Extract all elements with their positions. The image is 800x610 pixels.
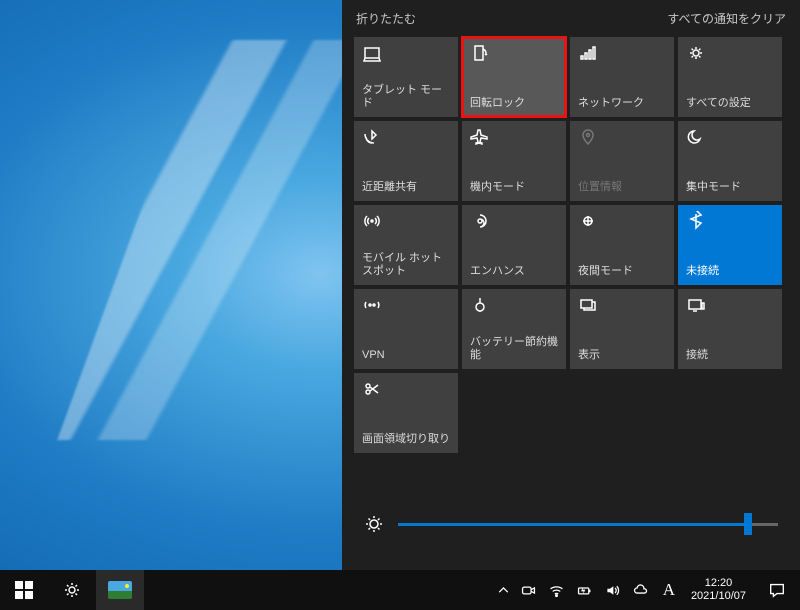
- rotation-lock-icon: [470, 43, 490, 63]
- camera-icon: [520, 582, 537, 599]
- airplane-mode-icon: [470, 127, 490, 147]
- quick-action-airplane-mode[interactable]: 機内モード: [462, 121, 566, 201]
- clear-all-link[interactable]: すべての通知をクリア: [667, 10, 786, 27]
- enhance-icon: [470, 211, 490, 231]
- windows-logo-icon: [15, 581, 33, 599]
- quick-action-nearby-sharing[interactable]: 近距離共有: [354, 121, 458, 201]
- chevron-up-icon: [495, 582, 512, 599]
- tile-label: 画面領域切り取り: [362, 433, 450, 447]
- quick-action-screen-snip[interactable]: 画面領域切り取り: [354, 373, 458, 453]
- quick-action-location[interactable]: 位置情報: [570, 121, 674, 201]
- tray-battery[interactable]: [571, 570, 599, 610]
- tray-volume[interactable]: [599, 570, 627, 610]
- tile-label: タブレット モード: [362, 84, 450, 112]
- tray-onedrive[interactable]: [627, 570, 655, 610]
- tray-overflow-button[interactable]: [493, 570, 515, 610]
- start-button[interactable]: [0, 570, 48, 610]
- screen-snip-icon: [362, 379, 382, 399]
- collapse-link[interactable]: 折りたたむ: [356, 10, 416, 27]
- network-icon: [578, 43, 598, 63]
- cloud-sync-icon: [632, 582, 649, 599]
- quick-action-night-light[interactable]: 夜間モード: [570, 205, 674, 285]
- quick-action-network[interactable]: ネットワーク: [570, 37, 674, 117]
- tile-label: エンハンス: [470, 265, 558, 279]
- settings-taskbar-button[interactable]: [48, 570, 96, 610]
- quick-action-focus-assist[interactable]: 集中モード: [678, 121, 782, 201]
- quick-action-mobile-hotspot[interactable]: モバイル ホットスポット: [354, 205, 458, 285]
- tile-label: 接続: [686, 349, 774, 363]
- quick-action-enhance[interactable]: エンハンス: [462, 205, 566, 285]
- nearby-sharing-icon: [362, 127, 382, 147]
- tile-label: バッテリー節約機能: [470, 336, 558, 364]
- action-center-button[interactable]: [754, 570, 800, 610]
- brightness-slider-row: [350, 514, 792, 562]
- taskbar: A 12:20 2021/10/07: [0, 570, 800, 610]
- gear-icon: [62, 580, 82, 600]
- tile-label: すべての設定: [686, 97, 774, 111]
- brightness-icon: [364, 514, 384, 534]
- tile-label: VPN: [362, 349, 450, 363]
- project-icon: [578, 295, 598, 315]
- connect-icon: [686, 295, 706, 315]
- quick-action-rotation-lock[interactable]: 回転ロック: [462, 37, 566, 117]
- tile-label: モバイル ホットスポット: [362, 252, 450, 280]
- tray-meet-now[interactable]: [515, 570, 543, 610]
- quick-action-vpn[interactable]: VPN: [354, 289, 458, 369]
- action-center-panel: 折りたたむ すべての通知をクリア タブレット モード 回転ロック ネットワーク すべて…: [342, 0, 800, 570]
- tile-label: 夜間モード: [578, 265, 666, 279]
- tile-label: 集中モード: [686, 181, 774, 195]
- all-settings-icon: [686, 43, 706, 63]
- quick-action-tablet-mode[interactable]: タブレット モード: [354, 37, 458, 117]
- quick-action-connect[interactable]: 接続: [678, 289, 782, 369]
- wifi-icon: [548, 582, 565, 599]
- brightness-slider[interactable]: [398, 523, 778, 526]
- mobile-hotspot-icon: [362, 211, 382, 231]
- tile-label: 回転ロック: [470, 97, 558, 111]
- focus-assist-icon: [686, 127, 706, 147]
- battery-icon: [576, 582, 593, 599]
- clock-date: 2021/10/07: [691, 590, 746, 603]
- photos-taskbar-button[interactable]: [96, 570, 144, 610]
- taskbar-clock[interactable]: 12:20 2021/10/07: [683, 577, 754, 603]
- vpn-icon: [362, 295, 382, 315]
- quick-action-bluetooth[interactable]: 未接続: [678, 205, 782, 285]
- night-light-icon: [578, 211, 598, 231]
- tablet-mode-icon: [362, 43, 382, 63]
- tile-label: 近距離共有: [362, 181, 450, 195]
- clock-time: 12:20: [691, 577, 746, 590]
- tile-label: ネットワーク: [578, 97, 666, 111]
- tile-label: 機内モード: [470, 181, 558, 195]
- battery-saver-icon: [470, 295, 490, 315]
- tile-label: 位置情報: [578, 181, 666, 195]
- photos-icon: [108, 581, 132, 599]
- bluetooth-icon: [686, 211, 706, 231]
- tray-ime[interactable]: A: [655, 570, 683, 610]
- quick-action-project[interactable]: 表示: [570, 289, 674, 369]
- speaker-icon: [604, 582, 621, 599]
- quick-action-battery-saver[interactable]: バッテリー節約機能: [462, 289, 566, 369]
- tile-label: 未接続: [686, 265, 774, 279]
- location-icon: [578, 127, 598, 147]
- notification-icon: [768, 581, 786, 599]
- tile-label: 表示: [578, 349, 666, 363]
- tray-wifi[interactable]: [543, 570, 571, 610]
- quick-action-all-settings[interactable]: すべての設定: [678, 37, 782, 117]
